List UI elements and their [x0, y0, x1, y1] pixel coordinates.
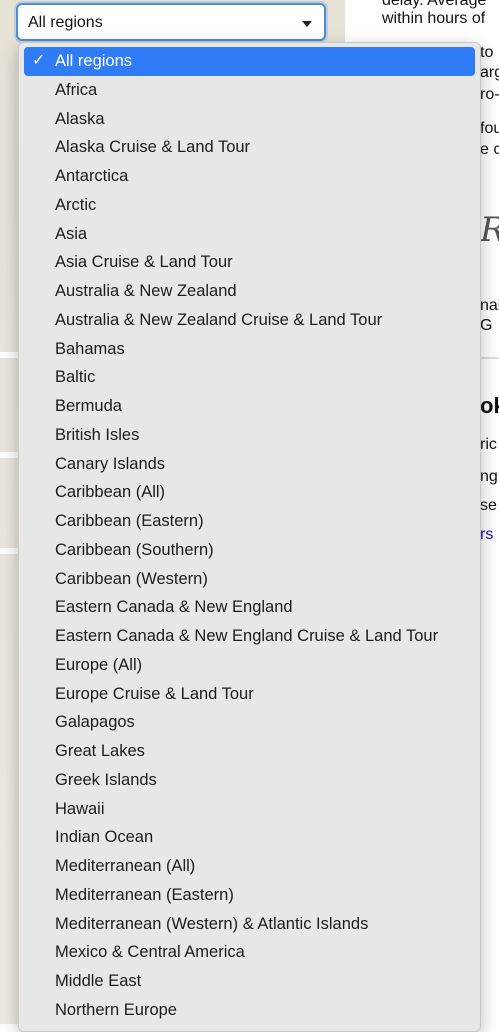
- body-text-fragment: fou: [480, 120, 499, 137]
- region-option-label: Alaska: [55, 109, 105, 128]
- region-option-label: Galapagos: [55, 713, 135, 732]
- region-option-label: Mediterranean (Western) & Atlantic Islan…: [55, 914, 369, 933]
- region-option[interactable]: Australia & New Zealand: [24, 277, 475, 306]
- region-option-label: Mediterranean (All): [55, 857, 196, 875]
- region-option-label: Northern Europe: [55, 1000, 177, 1019]
- section-heading: ok: [480, 393, 499, 418]
- region-option[interactable]: Mexico & Central America: [24, 938, 475, 967]
- region-option-label: Europe Cruise & Land Tour: [55, 684, 254, 703]
- region-option[interactable]: Eastern Canada & New England Cruise & La…: [24, 622, 475, 651]
- caret-down-icon: [302, 21, 312, 27]
- body-text-fragment: se: [480, 497, 497, 514]
- region-option-label: Asia: [55, 224, 88, 243]
- region-option-label: Caribbean (All): [55, 483, 166, 502]
- region-option[interactable]: Bahamas: [24, 335, 475, 364]
- region-dropdown-menu[interactable]: ✓ All regions Africa Alaska Alaska Cruise & …: [18, 42, 481, 1032]
- region-option[interactable]: British Isles: [24, 421, 475, 450]
- region-option[interactable]: Asia: [24, 220, 475, 249]
- region-option[interactable]: Asia Cruise & Land Tour: [24, 248, 475, 277]
- region-option[interactable]: Caribbean (Southern): [24, 536, 475, 565]
- region-option[interactable]: ✓ All regions: [24, 47, 475, 76]
- region-option[interactable]: Galapagos: [24, 708, 475, 737]
- region-option-label: Caribbean (Western): [55, 569, 208, 588]
- body-text-fragment: ng: [480, 468, 498, 485]
- body-text-line: within hours of: [382, 10, 486, 27]
- region-option-label: Eastern Canada & New England Cruise & La…: [55, 627, 439, 645]
- region-option[interactable]: Alaska: [24, 105, 475, 134]
- body-text-line: delay. Average: [382, 0, 487, 9]
- region-option[interactable]: Africa: [24, 76, 475, 105]
- region-option[interactable]: Mediterranean (Western) & Atlantic Islan…: [24, 910, 475, 939]
- region-option[interactable]: Arctic: [24, 191, 475, 220]
- region-option[interactable]: Eastern Canada & New England: [24, 593, 475, 622]
- region-option[interactable]: Caribbean (Western): [24, 565, 475, 594]
- region-option-label: Canary Islands: [55, 454, 166, 473]
- region-option[interactable]: Baltic: [24, 363, 475, 392]
- region-option[interactable]: Northern Europe: [24, 996, 475, 1025]
- region-option-label: Alaska Cruise & Land Tour: [55, 138, 251, 157]
- region-option-label: Indian Ocean: [55, 828, 154, 847]
- region-option[interactable]: Europe Cruise & Land Tour: [24, 680, 475, 709]
- region-option-label: Mediterranean (Eastern): [55, 885, 234, 904]
- region-option-label: Europe (All): [55, 655, 143, 674]
- panel-divider: [0, 548, 18, 554]
- region-option-label: Arctic: [55, 195, 97, 214]
- region-option[interactable]: Middle East: [24, 967, 475, 996]
- region-option[interactable]: Mediterranean (All): [24, 852, 475, 881]
- region-option-label: Hawaii: [55, 799, 105, 818]
- region-option[interactable]: Europe (All): [24, 651, 475, 680]
- body-text-fragment: nai: [480, 297, 499, 314]
- region-option-label: Bahamas: [55, 339, 125, 358]
- region-option[interactable]: Caribbean (All): [24, 478, 475, 507]
- region-option[interactable]: Greek Islands: [24, 766, 475, 795]
- region-option[interactable]: Canary Islands: [24, 450, 475, 479]
- region-option-label: Great Lakes: [55, 742, 145, 760]
- region-option[interactable]: Antarctica: [24, 162, 475, 191]
- region-option-label: Middle East: [55, 972, 142, 990]
- region-option[interactable]: Mediterranean (Eastern): [24, 881, 475, 910]
- body-text-fragment: arg: [480, 64, 499, 81]
- region-option-label: Mexico & Central America: [55, 943, 245, 962]
- region-option[interactable]: Hawaii: [24, 795, 475, 824]
- region-option-label: Caribbean (Southern): [55, 540, 214, 559]
- region-option-label: Baltic: [55, 368, 96, 387]
- region-option-label: Australia & New Zealand Cruise & Land To…: [55, 310, 383, 329]
- region-option-label: Asia Cruise & Land Tour: [55, 253, 233, 272]
- region-option[interactable]: Great Lakes: [24, 737, 475, 766]
- body-text-fragment: ric: [480, 436, 497, 453]
- body-text-fragment: e c: [480, 141, 499, 158]
- region-option-label: Eastern Canada & New England: [55, 598, 293, 617]
- region-option[interactable]: Caribbean (Eastern): [24, 507, 475, 536]
- body-text-fragment: to: [480, 44, 494, 61]
- region-option[interactable]: Australia & New Zealand Cruise & Land To…: [24, 306, 475, 335]
- region-option[interactable]: Alaska Cruise & Land Tour: [24, 133, 475, 162]
- region-option-label: Africa: [55, 80, 98, 99]
- region-option-label: Caribbean (Eastern): [55, 512, 204, 530]
- region-option[interactable]: Indian Ocean: [24, 823, 475, 852]
- region-option-label: All regions: [55, 52, 133, 70]
- region-option-label: Greek Islands: [55, 770, 157, 789]
- region-option-label: Antarctica: [55, 167, 129, 185]
- panel-divider: [0, 352, 18, 358]
- body-text-fragment: ro-: [480, 86, 499, 103]
- region-option-label: British Isles: [55, 425, 140, 444]
- section-divider: [480, 357, 499, 359]
- body-link[interactable]: rs: [480, 526, 493, 544]
- region-select-value: All regions: [28, 14, 103, 31]
- body-text-fragment: G: [480, 317, 493, 334]
- checkmark-icon: ✓: [32, 52, 46, 69]
- region-select[interactable]: All regions: [16, 3, 326, 41]
- region-option-label: Australia & New Zealand: [55, 282, 237, 300]
- signature-logo: R: [480, 210, 499, 250]
- region-option-label: Bermuda: [55, 397, 122, 415]
- region-option[interactable]: Bermuda: [24, 392, 475, 421]
- panel-divider: [0, 452, 18, 458]
